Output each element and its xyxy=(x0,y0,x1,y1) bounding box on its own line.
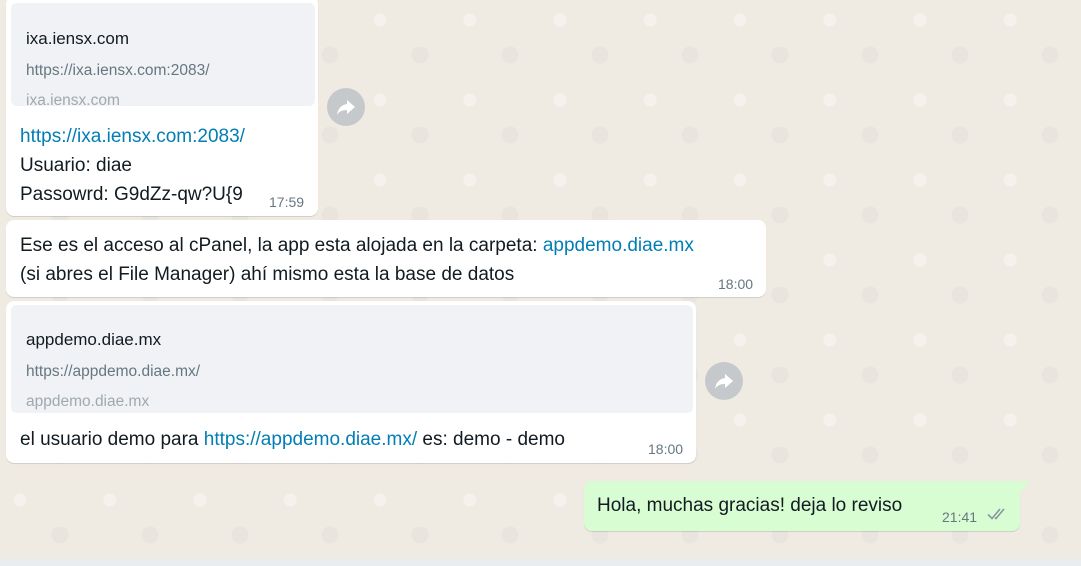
incoming-message-demo-user[interactable]: appdemo.diae.mx https://appdemo.diae.mx/… xyxy=(6,301,696,463)
incoming-message-folder-info[interactable]: Ese es el acceso al cPanel, la app esta … xyxy=(6,220,766,297)
link-preview-url: https://ixa.iensx.com:2083/ xyxy=(26,62,210,79)
link-preview-domain: appdemo.diae.mx xyxy=(26,393,150,410)
message-text-line: el usuario demo para https://appdemo.dia… xyxy=(20,425,565,454)
message-text: Hola, muchas gracias! deja lo reviso xyxy=(597,495,903,516)
message-link[interactable]: https://appdemo.diae.mx/ xyxy=(204,429,417,450)
message-text-line: Passowrd: G9dZz-qw?U{9 xyxy=(20,184,243,205)
message-text: el usuario demo para xyxy=(20,429,204,450)
forward-icon xyxy=(715,374,733,389)
message-text-line: Usuario: diae xyxy=(20,155,132,176)
message-text-line: Ese es el acceso al cPanel, la app esta … xyxy=(20,231,694,260)
outgoing-message[interactable]: Hola, muchas gracias! deja lo reviso 21:… xyxy=(584,481,1020,531)
link-preview-title: ixa.iensx.com xyxy=(26,29,129,48)
link-preview-title: appdemo.diae.mx xyxy=(26,330,162,349)
link-preview-domain: ixa.iensx.com xyxy=(26,92,120,109)
bubble-tail xyxy=(1019,481,1030,493)
forward-button[interactable] xyxy=(327,88,365,126)
link-preview-card[interactable]: appdemo.diae.mx https://appdemo.diae.mx/… xyxy=(11,305,693,413)
forward-icon xyxy=(337,100,355,115)
message-link[interactable]: https://ixa.iensx.com:2083/ xyxy=(20,122,245,151)
forward-button[interactable] xyxy=(705,362,743,400)
message-timestamp: 21:41 xyxy=(942,509,978,525)
double-check-icon xyxy=(987,508,1005,520)
link-preview-card[interactable]: ixa.iensx.com https://ixa.iensx.com:2083… xyxy=(11,3,315,109)
message-text: es: demo - demo xyxy=(417,429,565,450)
link-preview-url: https://appdemo.diae.mx/ xyxy=(26,363,201,380)
compose-bar-edge xyxy=(0,559,1081,566)
message-timestamp: 18:00 xyxy=(648,441,684,457)
message-text-line: (si abres el File Manager) ahí mismo est… xyxy=(20,264,515,285)
message-timestamp: 17:59 xyxy=(269,194,305,210)
message-timestamp: 18:00 xyxy=(718,276,754,292)
message-link[interactable]: appdemo.diae.mx xyxy=(543,235,694,256)
incoming-message-cpanel[interactable]: ixa.iensx.com https://ixa.iensx.com:2083… xyxy=(6,0,318,216)
message-text: Ese es el acceso al cPanel, la app esta … xyxy=(20,235,543,256)
